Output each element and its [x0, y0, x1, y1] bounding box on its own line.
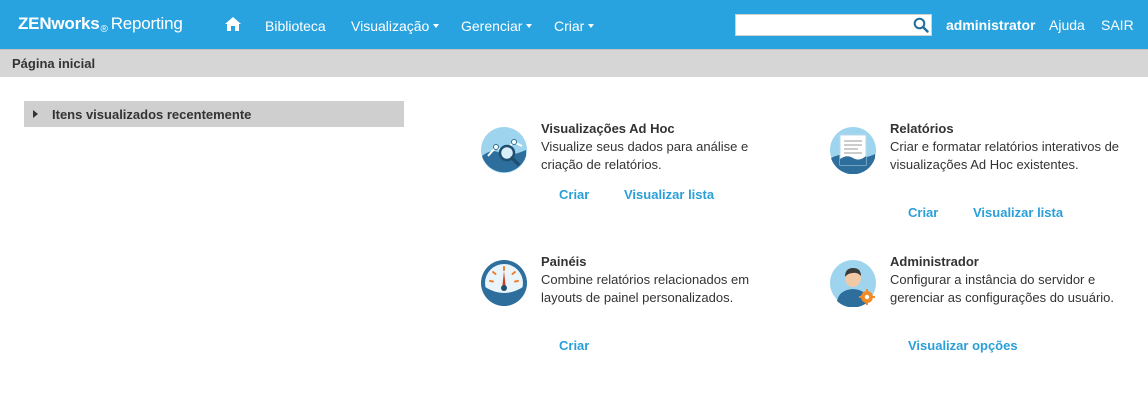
- adhoc-title: Visualizações Ad Hoc: [541, 121, 675, 136]
- brand-name: ZENworks: [18, 14, 100, 33]
- nav-view-menu[interactable]: Visualização: [351, 18, 440, 34]
- adhoc-view-list-link[interactable]: Visualizar lista: [624, 187, 714, 202]
- administrator-icon: [830, 260, 876, 307]
- admin-title: Administrador: [890, 254, 979, 269]
- page-title: Página inicial: [12, 56, 96, 71]
- adhoc-description: Visualize seus dados para análise e cria…: [541, 139, 749, 172]
- admin-view-options-link[interactable]: Visualizar opções: [908, 338, 1018, 353]
- nav-manage-label: Gerenciar: [461, 18, 523, 34]
- brand-logo[interactable]: ZENworks® Reporting: [18, 14, 183, 35]
- top-nav-bar: ZENworks® Reporting Biblioteca Visualizaç…: [0, 0, 1148, 49]
- brand-product: Reporting: [110, 14, 183, 33]
- dashboards-create-link[interactable]: Criar: [559, 338, 589, 353]
- expand-arrow-icon: [33, 110, 38, 118]
- search-icon[interactable]: [913, 17, 929, 33]
- nav-create-menu[interactable]: Criar: [554, 18, 595, 34]
- chevron-down-icon: [526, 24, 533, 28]
- search-box: [735, 14, 932, 36]
- chevron-down-icon: [433, 24, 440, 28]
- brand-registered-mark: ®: [100, 24, 108, 35]
- nav-library[interactable]: Biblioteca: [265, 18, 326, 34]
- username-label: administrator: [946, 17, 1036, 33]
- dashboards-title: Painéis: [541, 254, 587, 269]
- reports-description: Criar e formatar relatórios interativos …: [890, 139, 1120, 172]
- reports-title: Relatórios: [890, 121, 954, 136]
- nav-manage-menu[interactable]: Gerenciar: [461, 18, 533, 34]
- dashboard-gauge-icon: [481, 260, 527, 306]
- chevron-down-icon: [588, 24, 595, 28]
- home-icon[interactable]: [225, 17, 241, 31]
- page-title-bar: Página inicial: [0, 49, 1148, 77]
- reports-view-list-link[interactable]: Visualizar lista: [973, 205, 1063, 220]
- report-icon: [830, 127, 876, 174]
- logout-link[interactable]: SAIR: [1101, 17, 1134, 33]
- search-input[interactable]: [736, 15, 906, 35]
- admin-description: Configurar a instância do servidor e ger…: [890, 272, 1115, 305]
- nav-view-label: Visualização: [351, 18, 430, 34]
- dashboards-description: Combine relatórios relacionados em layou…: [541, 272, 750, 305]
- nav-create-label: Criar: [554, 18, 585, 34]
- adhoc-create-link[interactable]: Criar: [559, 187, 589, 202]
- reports-create-link[interactable]: Criar: [908, 205, 938, 220]
- help-link[interactable]: Ajuda: [1049, 17, 1085, 33]
- recent-items-panel[interactable]: Itens visualizados recentemente: [24, 101, 404, 127]
- recent-items-label: Itens visualizados recentemente: [52, 107, 252, 122]
- adhoc-view-icon: [481, 127, 527, 173]
